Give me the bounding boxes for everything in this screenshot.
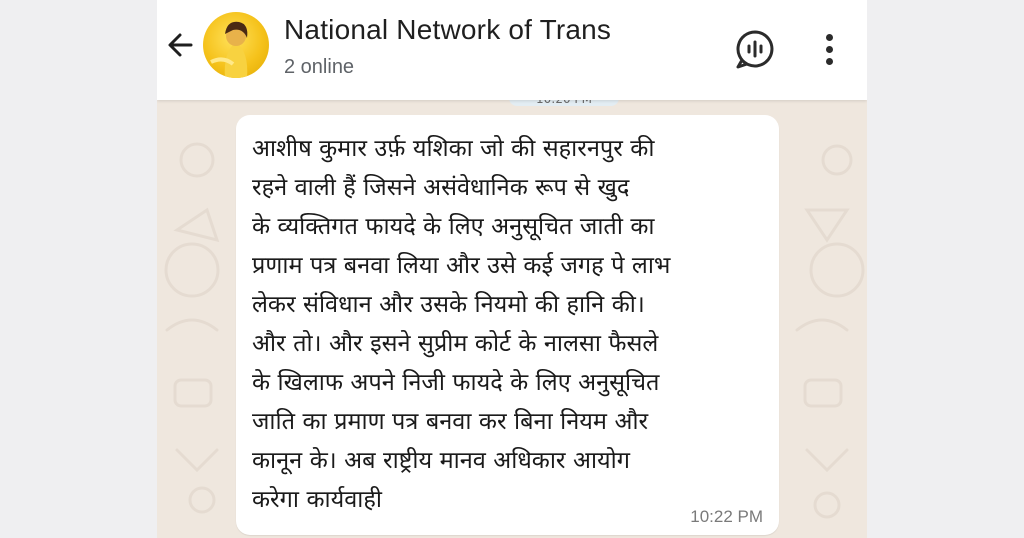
avatar-portrait: [210, 21, 248, 78]
group-avatar[interactable]: [203, 12, 269, 78]
message-text: आशीष कुमार उर्फ़ यशिका जो की सहारनपुर की…: [252, 134, 671, 513]
chat-title[interactable]: National Network of Trans: [284, 14, 611, 46]
voice-chat-button[interactable]: [733, 27, 777, 71]
chat-screen: National Network of Trans 2 online 10:20…: [157, 0, 867, 538]
message-bubble[interactable]: आशीष कुमार उर्फ़ यशिका जो की सहारनपुर की…: [236, 115, 779, 535]
online-status: 2 online: [284, 56, 355, 78]
chat-header: National Network of Trans 2 online: [157, 0, 867, 100]
more-vertical-icon[interactable]: [817, 27, 841, 71]
voice-chat-icon: [736, 30, 774, 69]
back-button[interactable]: [163, 28, 197, 62]
message-timestamp: 10:22 PM: [690, 507, 763, 526]
arrow-left-icon: [168, 33, 193, 57]
